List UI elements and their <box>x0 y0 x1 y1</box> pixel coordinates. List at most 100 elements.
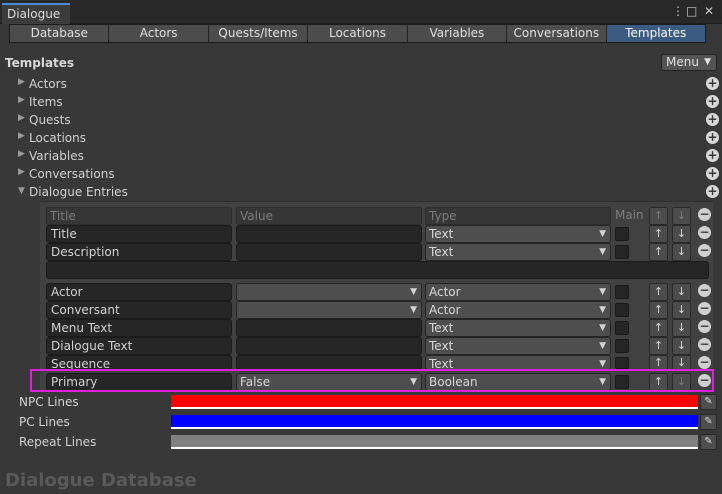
move-up-icon[interactable]: ↑ <box>649 283 668 301</box>
tab-templates[interactable]: Templates <box>606 25 705 42</box>
field-title-cell[interactable]: Conversant <box>46 301 232 319</box>
field-value-dropdown[interactable]: ▼ <box>236 283 422 301</box>
move-down-icon[interactable]: ↓ <box>672 243 691 261</box>
caret-down-icon: ▼ <box>599 247 606 257</box>
remove-field-icon[interactable]: − <box>698 244 711 257</box>
add-template-icon[interactable]: + <box>706 113 719 126</box>
foldout-quests[interactable]: ▶ Quests + <box>18 111 719 129</box>
field-value-cell[interactable] <box>236 225 422 243</box>
remove-field-icon[interactable]: − <box>698 302 711 315</box>
close-icon[interactable]: ✕ <box>704 4 714 18</box>
field-title-cell[interactable]: Dialogue Text <box>46 337 232 355</box>
move-down-icon[interactable]: ↓ <box>672 337 691 355</box>
main-checkbox[interactable] <box>615 227 629 241</box>
foldout-items[interactable]: ▶ Items + <box>18 93 719 111</box>
npc-lines-color-field[interactable] <box>171 395 698 409</box>
menu-button[interactable]: Menu ▼ <box>661 54 717 71</box>
add-template-icon[interactable]: + <box>706 131 719 144</box>
add-template-icon[interactable]: + <box>706 167 719 180</box>
remove-field-icon[interactable]: − <box>698 284 711 297</box>
foldout-locations[interactable]: ▶ Locations + <box>18 129 719 147</box>
window-tab[interactable]: Dialogue <box>2 3 70 24</box>
move-down-icon[interactable]: ↓ <box>672 301 691 319</box>
move-up-icon[interactable]: ↑ <box>649 337 668 355</box>
main-checkbox[interactable] <box>615 375 629 389</box>
field-type-dropdown[interactable]: Text ▼ <box>425 355 611 370</box>
caret-down-icon: ▼ <box>599 323 606 333</box>
move-up-icon[interactable]: ↑ <box>649 301 668 319</box>
foldout-label: Locations <box>29 131 87 145</box>
tab-variables[interactable]: Variables <box>407 25 508 42</box>
move-down-icon[interactable]: ↓ <box>672 319 691 337</box>
column-header-type: Type <box>425 207 611 225</box>
field-value-dropdown[interactable]: ▼ <box>236 301 422 319</box>
move-up-icon[interactable]: ↑ <box>649 243 668 261</box>
move-down-icon[interactable]: ↓ <box>672 225 691 243</box>
foldout-variables[interactable]: ▶ Variables + <box>18 147 719 165</box>
tab-actors[interactable]: Actors <box>109 25 209 42</box>
field-value-cell[interactable] <box>236 319 422 337</box>
more-options-icon[interactable]: ⋮ <box>672 4 684 18</box>
main-checkbox[interactable] <box>615 339 629 353</box>
foldout-dialogue-entries[interactable]: ▼ Dialogue Entries + <box>18 183 719 201</box>
field-value-cell[interactable] <box>236 243 422 261</box>
remove-field-icon[interactable]: − <box>698 374 711 387</box>
main-checkbox[interactable] <box>615 357 629 369</box>
eyedropper-icon[interactable]: ✎ <box>700 414 717 430</box>
move-up-icon[interactable]: ↑ <box>649 319 668 337</box>
menu-button-label: Menu <box>666 55 699 69</box>
add-template-icon[interactable]: + <box>706 77 719 90</box>
field-type-dropdown[interactable]: Text ▼ <box>425 243 611 261</box>
foldout-conversations[interactable]: ▶ Conversations + <box>18 165 719 183</box>
main-checkbox[interactable] <box>615 285 629 299</box>
color-label: PC Lines <box>19 415 70 429</box>
main-checkbox[interactable] <box>615 245 629 259</box>
remove-field-icon[interactable]: − <box>698 320 711 333</box>
add-template-icon[interactable]: + <box>706 185 719 198</box>
field-type-dropdown[interactable]: Text ▼ <box>425 319 611 337</box>
move-up-icon[interactable]: ↑ <box>649 355 668 370</box>
remove-field-icon[interactable]: − <box>698 356 711 369</box>
remove-field-icon[interactable]: − <box>698 208 711 221</box>
move-up-icon[interactable]: ↑ <box>649 373 668 391</box>
field-title-cell[interactable]: Title <box>46 225 232 243</box>
add-template-icon[interactable]: + <box>706 149 719 162</box>
maximize-icon[interactable]: □ <box>686 4 697 18</box>
dropdown-value: Text <box>429 339 454 353</box>
tab-quests-items[interactable]: Quests/Items <box>208 25 309 42</box>
field-type-dropdown[interactable]: Text ▼ <box>425 337 611 355</box>
move-down-icon[interactable]: ↓ <box>672 283 691 301</box>
field-title-cell[interactable]: Menu Text <box>46 319 232 337</box>
tab-conversations[interactable]: Conversations <box>507 25 607 42</box>
add-template-icon[interactable]: + <box>706 95 719 108</box>
description-text-area[interactable] <box>46 261 709 279</box>
pc-lines-color-field[interactable] <box>171 415 698 429</box>
caret-down-icon: ▼ <box>599 305 606 315</box>
alpha-bar <box>171 427 698 429</box>
field-value-dropdown[interactable]: False ▼ <box>236 373 422 391</box>
field-type-dropdown[interactable]: Actor ▼ <box>425 301 611 319</box>
main-checkbox[interactable] <box>615 303 629 317</box>
field-type-dropdown[interactable]: Actor ▼ <box>425 283 611 301</box>
remove-field-icon[interactable]: − <box>698 226 711 239</box>
move-down-icon[interactable]: ↓ <box>672 355 691 370</box>
remove-field-icon[interactable]: − <box>698 338 711 351</box>
field-title-cell[interactable]: Primary <box>46 373 232 391</box>
tab-locations[interactable]: Locations <box>308 25 408 42</box>
field-value-cell[interactable] <box>236 355 422 370</box>
tab-database[interactable]: Database <box>10 25 110 42</box>
eyedropper-icon[interactable]: ✎ <box>700 394 717 410</box>
move-up-icon[interactable]: ↑ <box>649 225 668 243</box>
field-value-cell[interactable] <box>236 337 422 355</box>
field-title-cell[interactable]: Actor <box>46 283 232 301</box>
foldout-actors[interactable]: ▶ Actors + <box>18 75 719 93</box>
field-title-cell[interactable]: Sequence <box>46 355 232 370</box>
field-title-cell[interactable]: Description <box>46 243 232 261</box>
dropdown-value: Actor <box>429 285 461 299</box>
main-checkbox[interactable] <box>615 321 629 335</box>
eyedropper-icon[interactable]: ✎ <box>700 434 717 450</box>
repeat-lines-color-field[interactable] <box>171 435 698 449</box>
footer-watermark: Dialogue Database <box>5 470 197 491</box>
field-type-dropdown[interactable]: Text ▼ <box>425 225 611 243</box>
field-type-dropdown[interactable]: Boolean ▼ <box>425 373 611 391</box>
